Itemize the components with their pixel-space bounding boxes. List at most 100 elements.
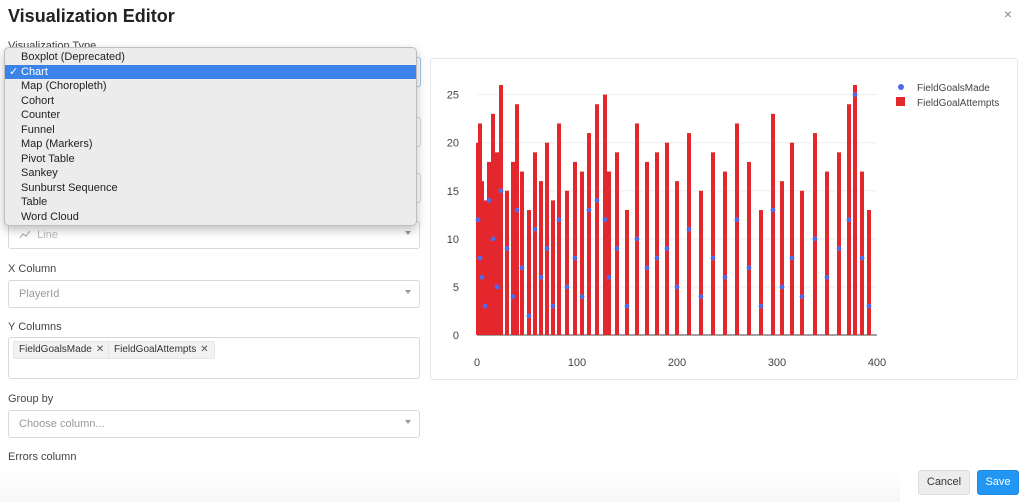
x-tick-label: 400	[868, 357, 886, 369]
attempts-bar	[587, 133, 591, 335]
attempts-bar	[790, 142, 794, 335]
made-marker	[475, 217, 481, 223]
attempts-bar	[645, 161, 649, 335]
made-marker	[734, 217, 740, 223]
y-tick-label: 0	[453, 330, 459, 342]
made-marker	[572, 255, 578, 261]
attempts-bar	[665, 142, 669, 335]
attempts-bar	[539, 181, 543, 335]
legend-label: FieldGoalAttempts	[917, 98, 999, 109]
made-marker	[674, 284, 680, 290]
dropdown-option[interactable]: ✓ Chart	[5, 64, 416, 79]
cancel-button[interactable]: Cancel	[918, 470, 970, 495]
attempts-bar	[853, 85, 857, 335]
legend-marker-attempts	[896, 97, 905, 106]
dropdown-option[interactable]: Sankey	[5, 166, 416, 181]
footer-fade	[0, 470, 900, 502]
made-marker	[644, 265, 650, 271]
chevron-down-icon	[405, 420, 411, 424]
made-marker	[482, 303, 488, 309]
made-marker	[664, 246, 670, 251]
made-marker	[586, 207, 592, 213]
dropdown-option[interactable]: Map (Choropleth)	[5, 79, 416, 94]
x-tick-label: 100	[568, 357, 586, 369]
attempts-bar	[603, 94, 607, 335]
close-icon[interactable]: ×	[1004, 6, 1012, 22]
made-marker	[836, 246, 842, 251]
dropdown-option[interactable]: Counter	[5, 108, 416, 123]
dropdown-option-label: Map (Markers)	[21, 138, 93, 150]
made-marker	[686, 226, 692, 232]
y-tick-label: 20	[447, 138, 459, 150]
chevron-down-icon	[405, 290, 411, 294]
made-marker	[770, 207, 776, 213]
x-column-value: PlayerId	[19, 288, 60, 300]
made-marker	[710, 255, 716, 261]
made-marker	[514, 207, 520, 213]
y-column-tag: FieldGoalsMade ✕	[13, 341, 111, 359]
attempts-bar	[711, 152, 715, 335]
dropdown-option[interactable]: Table	[5, 195, 416, 210]
chart-type-value: Line	[37, 229, 58, 241]
made-marker	[846, 217, 852, 223]
dropdown-option-label: Pivot Table	[21, 152, 75, 165]
remove-tag-icon[interactable]: ✕	[96, 344, 104, 355]
dropdown-option[interactable]: Map (Markers)	[5, 137, 416, 152]
attempts-bar	[747, 161, 751, 335]
dropdown-option[interactable]: Word Cloud	[5, 210, 416, 225]
remove-tag-icon[interactable]: ✕	[200, 344, 208, 355]
dropdown-option[interactable]: Funnel	[5, 123, 416, 138]
made-marker	[490, 236, 496, 242]
tag-label: FieldGoalsMade	[19, 344, 92, 355]
made-marker	[789, 255, 795, 261]
made-marker	[504, 246, 510, 251]
made-marker	[510, 294, 516, 299]
made-marker	[859, 255, 865, 261]
attempts-bar	[625, 210, 629, 335]
group-by-select[interactable]: Choose column...	[8, 410, 420, 438]
dropdown-option-label: Map (Choropleth)	[21, 80, 107, 92]
attempts-bar	[867, 210, 871, 335]
attempts-bar	[551, 200, 555, 335]
attempts-bar	[800, 190, 804, 335]
made-marker	[564, 284, 570, 290]
x-tick-label: 300	[768, 357, 786, 369]
made-marker	[812, 236, 818, 242]
attempts-bar	[771, 113, 775, 335]
dropdown-option[interactable]: Sunburst Sequence	[5, 181, 416, 196]
made-marker	[526, 313, 532, 319]
made-marker	[698, 294, 704, 299]
made-marker	[866, 303, 872, 309]
chevron-down-icon	[405, 231, 411, 235]
dropdown-option[interactable]: Cohort	[5, 94, 416, 109]
chart-svg: 0 5 10 15 20 25 0 100 200 300 400 FieldGoalsMade Fie…	[447, 83, 1000, 369]
attempts-bar	[580, 171, 584, 335]
x-tick-label: 200	[668, 357, 686, 369]
made-marker	[654, 255, 660, 261]
save-button[interactable]: Save	[977, 470, 1019, 495]
made-marker	[722, 274, 728, 280]
x-column-select[interactable]: PlayerId	[8, 280, 420, 308]
attempts-bar	[499, 85, 503, 335]
legend-label: FieldGoalsMade	[917, 83, 990, 94]
attempts-bar	[813, 133, 817, 335]
attempts-bar	[505, 190, 509, 335]
dropdown-option-label: Counter	[21, 109, 61, 121]
made-marker	[556, 217, 562, 223]
made-marker	[538, 274, 544, 280]
attempts-bar	[675, 181, 679, 335]
dropdown-option-label: Boxplot (Deprecated)	[21, 51, 125, 63]
dropdown-option-label: Table	[21, 196, 48, 208]
attempts-bar	[511, 161, 515, 335]
dialog-title: Visualization Editor	[8, 6, 175, 26]
made-marker	[486, 197, 492, 203]
dropdown-option[interactable]: Pivot Table	[5, 152, 416, 167]
y-column-tag: FieldGoalAttempts ✕	[108, 341, 215, 359]
dropdown-option-label: Sankey	[21, 167, 58, 179]
dropdown-option[interactable]: Boxplot (Deprecated)	[5, 50, 416, 65]
attempts-bar	[615, 152, 619, 335]
check-icon: ✓	[9, 65, 19, 78]
attempts-bar	[487, 161, 491, 335]
y-columns-select[interactable]: FieldGoalsMade ✕ FieldGoalAttempts ✕	[8, 337, 420, 379]
attempts-bar	[491, 113, 495, 335]
